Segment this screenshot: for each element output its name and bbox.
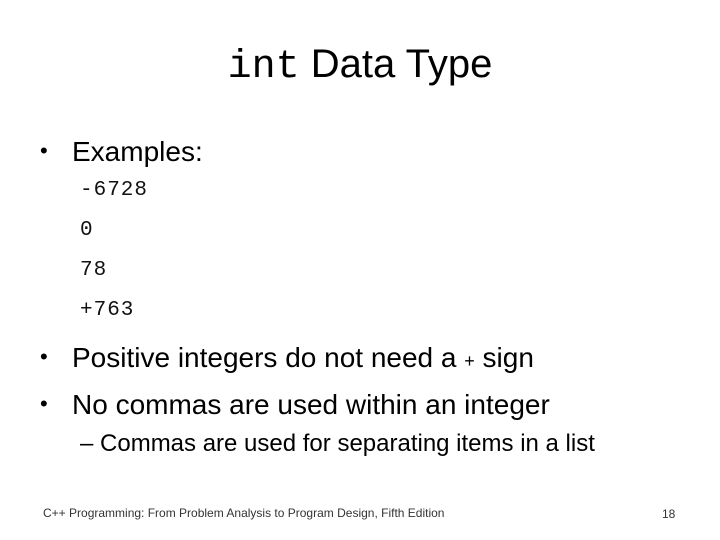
example-value: 0	[80, 219, 94, 242]
example-value: +763	[80, 299, 135, 322]
bullet-dot-icon: •	[40, 344, 48, 369]
bullet-positive-integers: • Positive integers do not need a + sign	[40, 340, 534, 378]
footer-text: C++ Programming: From Problem Analysis t…	[43, 506, 445, 520]
bullet-dot-icon: •	[40, 391, 48, 416]
bullet-dot-icon: •	[40, 138, 48, 163]
bullet-text-after: sign	[474, 342, 534, 373]
example-value: -6728	[80, 179, 149, 202]
plus-sign-symbol: +	[464, 351, 475, 371]
slide-title: int Data Type	[0, 38, 720, 94]
title-text: Data Type	[299, 42, 493, 86]
bullet-label: Examples:	[72, 136, 203, 167]
example-value: 78	[80, 259, 108, 282]
sub-bullet-commas: – Commas are used for separating items i…	[80, 430, 595, 457]
bullet-label: No commas are used within an integer	[72, 389, 550, 420]
bullet-examples: • Examples:	[40, 134, 203, 169]
title-code-keyword: int	[227, 45, 300, 90]
slide: int Data Type • Examples: -6728 0 78 +763…	[0, 0, 720, 540]
bullet-no-commas: • No commas are used within an integer	[40, 387, 550, 422]
bullet-text-before: Positive integers do not need a	[72, 342, 465, 373]
page-number: 18	[662, 507, 676, 521]
